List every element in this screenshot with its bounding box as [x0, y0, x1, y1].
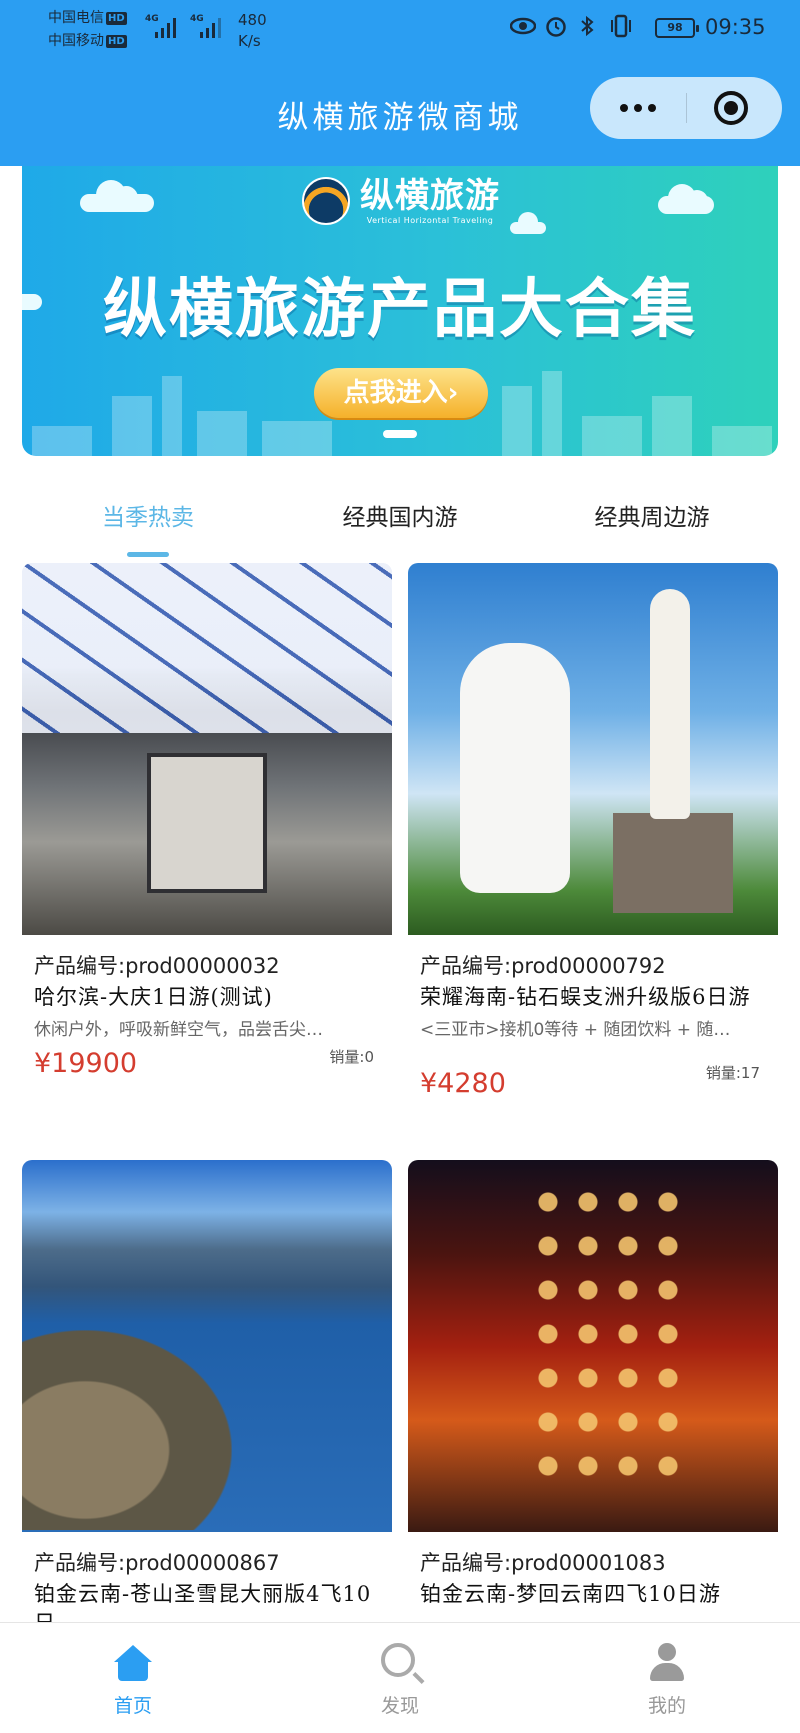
product-image[interactable]	[408, 563, 778, 935]
product-image[interactable]	[408, 1160, 778, 1532]
capsule-divider	[686, 93, 687, 123]
nav-home-label: 首页	[113, 1695, 152, 1717]
category-tabs: 当季热卖 经典国内游 经典周边游	[0, 490, 800, 560]
top-bar: 中国电信 HD 中国移动 HD 4G 4G 480 K/s 98 09:35 纵…	[0, 0, 800, 166]
carousel-indicator[interactable]	[383, 430, 417, 438]
product-code: 产品编号:prod00000032	[34, 954, 280, 978]
signal-icon: 4G	[145, 14, 185, 40]
more-dot-icon	[620, 104, 628, 112]
carrier-2-label: 中国移动	[48, 33, 104, 49]
product-code: 产品编号:prod00001083	[420, 1551, 666, 1575]
cloud-decoration	[510, 212, 546, 234]
carrier-1-label: 中国电信	[48, 10, 104, 26]
product-name: 铂金云南-梦回云南四飞10日游	[420, 1582, 721, 1606]
product-price: ¥4280	[420, 1068, 506, 1099]
product-card[interactable]: 产品编号:prod00001083 铂金云南-梦回云南四飞10日游	[408, 1160, 778, 1609]
more-dot-icon	[648, 104, 656, 112]
status-bar: 中国电信 HD 中国移动 HD 4G 4G 480 K/s 98 09:35	[0, 0, 800, 56]
product-name: 哈尔滨-大庆1日游(测试)	[34, 985, 273, 1009]
brand-subtitle: Vertical Horizontal Traveling	[366, 215, 494, 225]
brand-logo: 纵横旅游 Vertical Horizontal Traveling	[302, 176, 500, 226]
signal-icon: 4G	[190, 14, 230, 40]
net-speed: 480 K/s	[238, 10, 267, 52]
nav-discover-label: 发现	[380, 1695, 419, 1717]
product-description: <三亚市>接机0等待 + 随团饮料 + 随…	[420, 1020, 731, 1040]
tab-active-indicator	[127, 552, 169, 557]
nav-discover[interactable]: 发现	[267, 1623, 533, 1733]
net-speed-value: 480	[238, 11, 267, 29]
mini-program-capsule	[590, 77, 782, 139]
battery-icon: 98	[655, 18, 699, 38]
product-description: 休闲户外，呼吸新鲜空气，品尝舌尖…	[34, 1020, 323, 1040]
promo-banner[interactable]: 纵横旅游 Vertical Horizontal Traveling 纵横旅游产…	[22, 166, 778, 456]
product-name: 荣耀海南-钻石蜈支洲升级版6日游	[420, 985, 751, 1009]
bottom-navigation: 首页 发现 我的	[0, 1622, 800, 1733]
hd-badge: HD	[106, 34, 127, 48]
product-sales: 销量:17	[705, 1064, 760, 1082]
status-time: 09:35	[705, 15, 766, 39]
nav-mine-label: 我的	[647, 1695, 686, 1717]
search-icon	[381, 1643, 415, 1677]
brand-name: 纵横旅游	[360, 175, 500, 216]
product-price: ¥19900	[34, 1048, 138, 1079]
net-speed-unit: K/s	[238, 32, 261, 50]
product-image[interactable]	[22, 1160, 392, 1532]
more-dot-icon	[634, 104, 642, 112]
tab-classic-nearby[interactable]: 经典周边游	[552, 490, 752, 546]
product-image[interactable]	[22, 563, 392, 935]
close-mini-program-button[interactable]	[714, 91, 748, 125]
carrier-2: 中国移动 HD	[48, 31, 127, 52]
alarm-icon	[544, 14, 568, 42]
product-card[interactable]: 产品编号:prod00000032 哈尔滨-大庆1日游(测试) 休闲户外，呼吸新…	[22, 563, 392, 1090]
tab-classic-domestic[interactable]: 经典国内游	[300, 490, 500, 546]
product-code: 产品编号:prod00000792	[420, 954, 666, 978]
banner-headline: 纵横旅游产品大合集	[103, 273, 697, 347]
cloud-decoration	[80, 180, 154, 212]
more-button[interactable]	[590, 77, 686, 139]
carrier-1: 中国电信 HD	[48, 8, 127, 29]
user-icon	[650, 1643, 684, 1681]
product-code: 产品编号:prod00000867	[34, 1551, 280, 1575]
eye-icon	[509, 16, 537, 40]
nav-mine[interactable]: 我的	[534, 1623, 800, 1733]
vibrate-icon	[608, 14, 634, 42]
brand-logo-icon	[302, 177, 350, 225]
home-icon	[114, 1645, 152, 1681]
cloud-decoration	[658, 184, 714, 214]
hd-badge: HD	[106, 11, 127, 25]
product-card[interactable]: 产品编号:prod00000792 荣耀海南-钻石蜈支洲升级版6日游 <三亚市>…	[408, 563, 778, 1099]
product-card[interactable]: 产品编号:prod00000867 铂金云南-苍山圣雪昆大丽版4飞10日	[22, 1160, 392, 1638]
product-sales: 销量:0	[329, 1048, 374, 1066]
enter-button[interactable]: 点我进入›	[314, 368, 488, 418]
bluetooth-icon	[576, 14, 600, 42]
tab-seasonal-hot[interactable]: 当季热卖	[48, 490, 248, 546]
nav-home[interactable]: 首页	[0, 1623, 266, 1733]
